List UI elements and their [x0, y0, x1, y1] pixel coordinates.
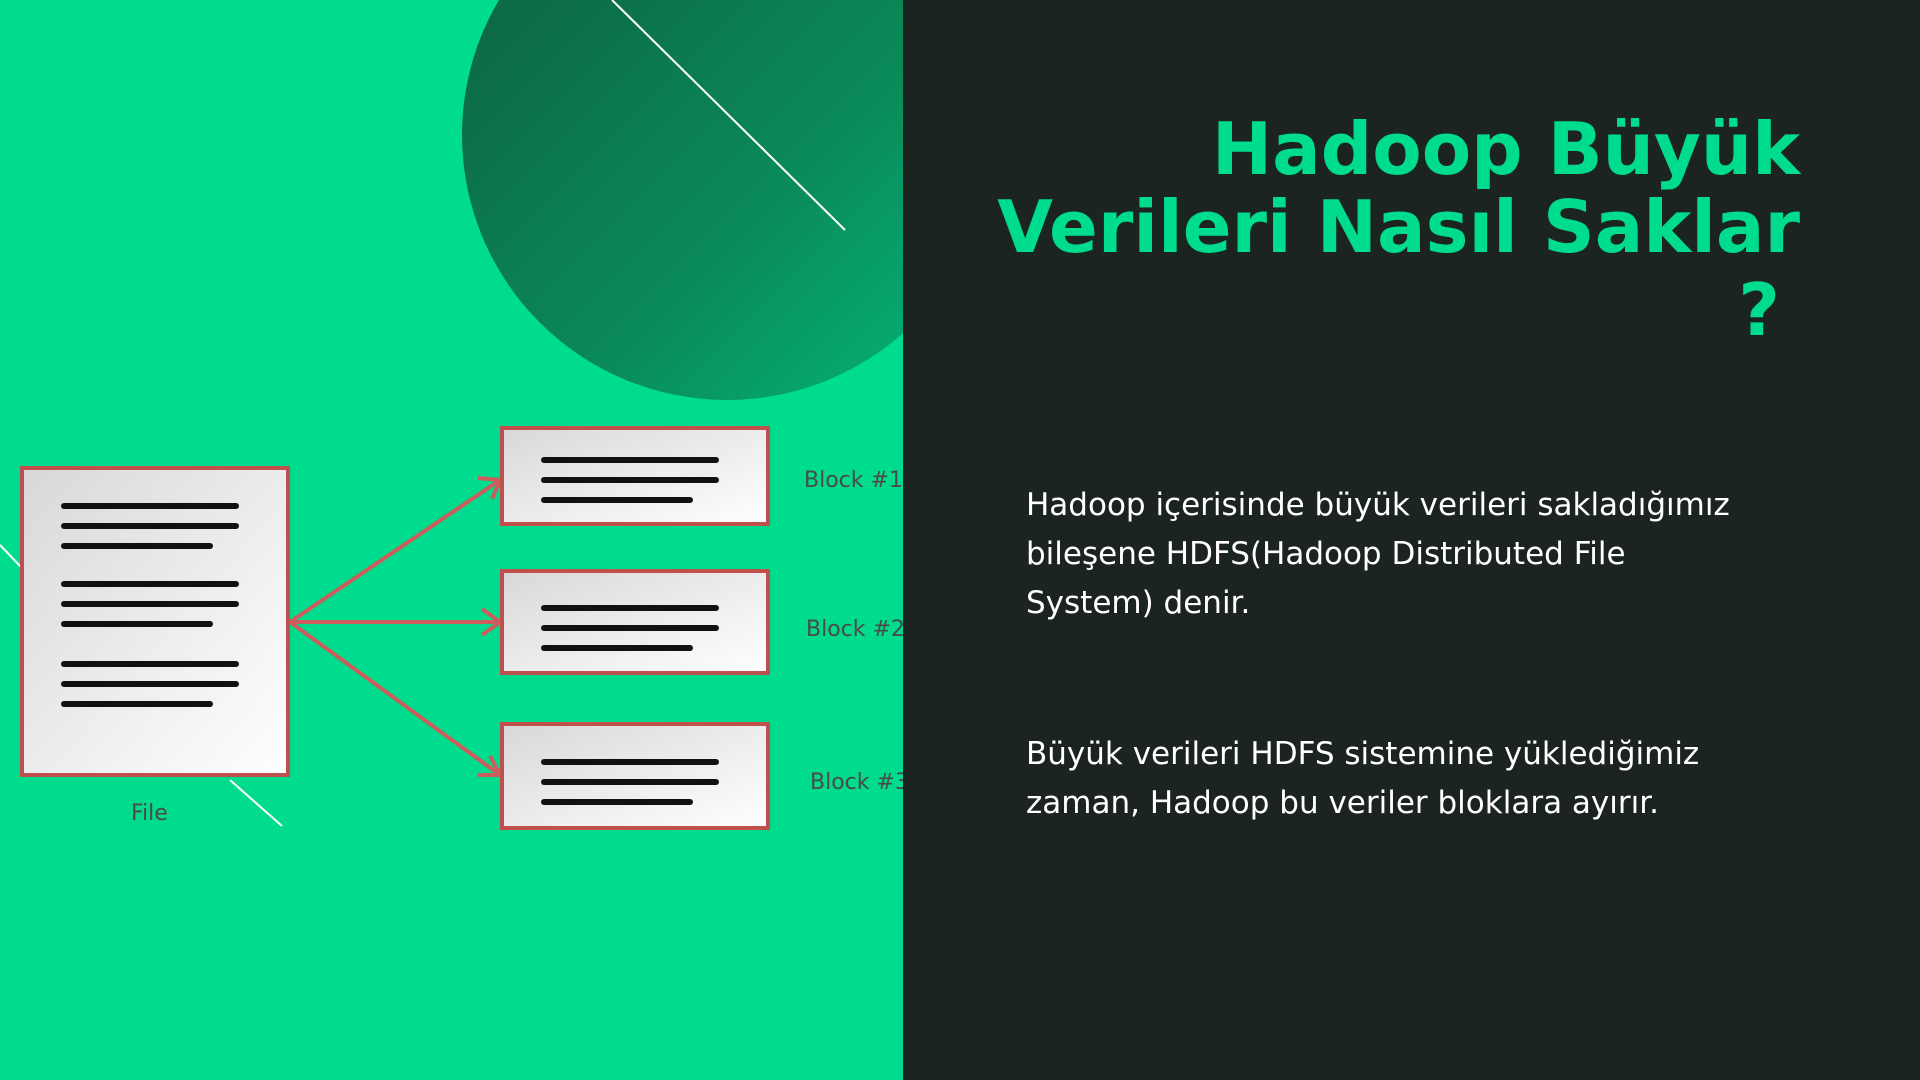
left-panel: File Block #1 Block #2 Block #3 — [0, 0, 903, 1080]
slide-title-question-mark: ? — [1738, 268, 1780, 352]
slide: File Block #1 Block #2 Block #3 Hadoop B… — [0, 0, 1920, 1080]
block-2-label: Block #2 — [806, 617, 903, 642]
split-arrows — [288, 476, 504, 777]
block-2 — [500, 569, 770, 675]
file-document — [20, 466, 290, 777]
slide-title: Hadoop Büyük Verileri Nasıl Saklar — [997, 107, 1800, 269]
paragraph-block-splitting: Büyük verileri HDFS sistemine yüklediğim… — [1026, 736, 1700, 821]
paragraph-hdfs-definition: Hadoop içerisinde büyük verileri sakladı… — [1026, 487, 1730, 621]
block-1-label: Block #1 — [804, 468, 903, 493]
block-3 — [500, 722, 770, 830]
block-3-label: Block #3 — [810, 770, 903, 795]
block-1 — [500, 426, 770, 526]
hdfs-split-diagram: File Block #1 Block #2 Block #3 — [20, 426, 903, 830]
file-label: File — [131, 801, 168, 826]
